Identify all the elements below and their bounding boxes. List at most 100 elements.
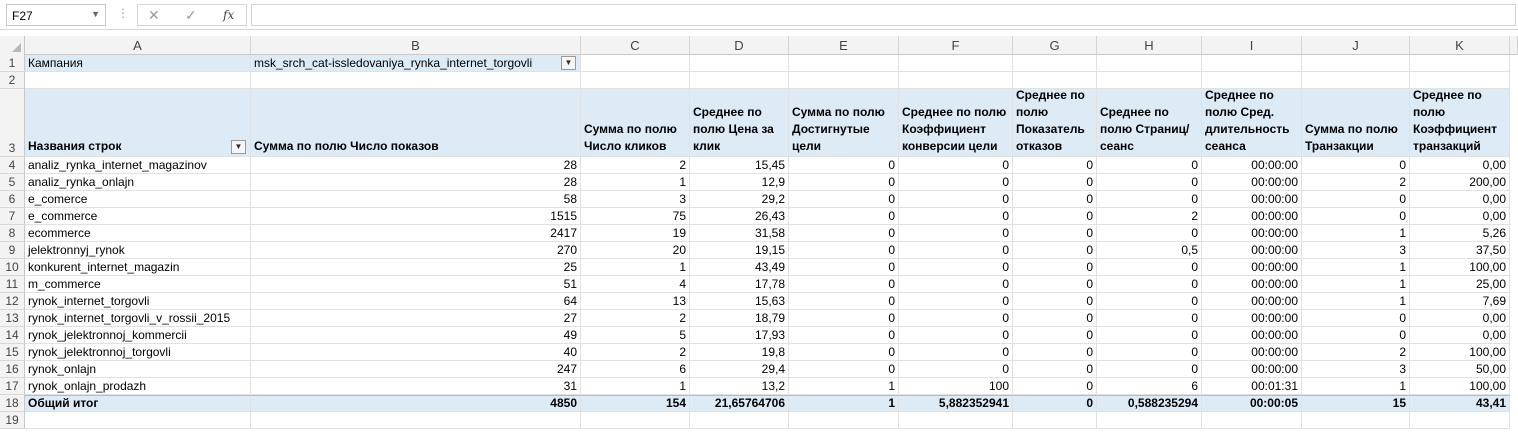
value-cell[interactable]: 2 (581, 310, 690, 327)
value-cell[interactable]: 31 (251, 378, 581, 395)
value-cell[interactable]: 0,00 (1410, 191, 1510, 208)
function-icon[interactable]: fx (223, 8, 234, 22)
value-cell[interactable]: 0 (1013, 208, 1097, 225)
value-cell[interactable]: 100,00 (1410, 378, 1510, 395)
value-cell[interactable]: 2417 (251, 225, 581, 242)
row-header[interactable]: 4 (0, 157, 25, 174)
grand-total-value[interactable]: 1 (789, 395, 899, 412)
empty-cell[interactable] (581, 72, 690, 89)
row-label[interactable]: jelektronnyj_rynok (25, 242, 251, 259)
value-cell[interactable]: 200,00 (1410, 174, 1510, 191)
value-cell[interactable]: 37,50 (1410, 242, 1510, 259)
check-icon[interactable]: ✓ (185, 7, 197, 24)
pivot-header[interactable]: Сумма по полю Достигнутые цели (789, 89, 899, 157)
column-header-b[interactable]: B (251, 36, 581, 55)
value-cell[interactable]: 0 (789, 191, 899, 208)
value-cell[interactable]: 0 (1302, 157, 1410, 174)
value-cell[interactable]: 0 (789, 310, 899, 327)
value-cell[interactable]: 00:00:00 (1202, 225, 1302, 242)
row-label[interactable]: e_comerce (25, 191, 251, 208)
value-cell[interactable]: 0 (1013, 157, 1097, 174)
row-header[interactable]: 12 (0, 293, 25, 310)
value-cell[interactable]: 00:00:00 (1202, 276, 1302, 293)
value-cell[interactable]: 1 (789, 378, 899, 395)
value-cell[interactable]: 0 (1097, 293, 1202, 310)
grand-total-value[interactable]: 43,41 (1410, 395, 1510, 412)
value-cell[interactable]: 00:00:00 (1202, 208, 1302, 225)
value-cell[interactable]: 0 (899, 344, 1013, 361)
value-cell[interactable]: 0 (1013, 327, 1097, 344)
value-cell[interactable]: 6 (581, 361, 690, 378)
value-cell[interactable]: 40 (251, 344, 581, 361)
value-cell[interactable]: 50,00 (1410, 361, 1510, 378)
empty-cell[interactable] (1302, 412, 1410, 429)
value-cell[interactable]: 270 (251, 242, 581, 259)
value-cell[interactable]: 6 (1097, 378, 1202, 395)
row-label[interactable]: m_commerce (25, 276, 251, 293)
pivot-header[interactable]: Сумма по полю Транзакции (1302, 89, 1410, 157)
value-cell[interactable]: 0 (1097, 327, 1202, 344)
value-cell[interactable]: 0 (899, 327, 1013, 344)
value-cell[interactable]: 0 (1097, 225, 1202, 242)
value-cell[interactable]: 00:00:00 (1202, 191, 1302, 208)
value-cell[interactable]: 2 (581, 344, 690, 361)
value-cell[interactable]: 0 (899, 174, 1013, 191)
value-cell[interactable]: 3 (1302, 242, 1410, 259)
value-cell[interactable]: 0,00 (1410, 157, 1510, 174)
value-cell[interactable]: 0,00 (1410, 327, 1510, 344)
pivot-header[interactable]: Сумма по полю Число кликов (581, 89, 690, 157)
value-cell[interactable]: 1 (1302, 378, 1410, 395)
value-cell[interactable]: 0 (1013, 378, 1097, 395)
empty-cell[interactable] (1013, 55, 1097, 72)
formula-input[interactable] (251, 4, 1516, 26)
value-cell[interactable]: 28 (251, 174, 581, 191)
grand-total-value[interactable]: 21,65764706 (690, 395, 789, 412)
value-cell[interactable]: 00:00:00 (1202, 344, 1302, 361)
empty-cell[interactable] (1097, 412, 1202, 429)
empty-cell[interactable] (789, 72, 899, 89)
value-cell[interactable]: 0,00 (1410, 208, 1510, 225)
grand-total-value[interactable]: 5,882352941 (899, 395, 1013, 412)
pivot-header[interactable]: Среднее по полю Показатель отказов (1013, 89, 1097, 157)
pivot-header[interactable]: Среднее по полю Страниц/сеанс (1097, 89, 1202, 157)
value-cell[interactable]: 0,5 (1097, 242, 1202, 259)
value-cell[interactable]: 2 (1302, 344, 1410, 361)
pivot-header[interactable]: Среднее по полю Коэффициент конверсии це… (899, 89, 1013, 157)
empty-cell[interactable] (251, 72, 581, 89)
value-cell[interactable]: 0 (1302, 310, 1410, 327)
filter-value[interactable]: msk_srch_cat-issledovaniya_rynka_interne… (251, 55, 581, 72)
value-cell[interactable]: 0 (1097, 191, 1202, 208)
grand-total-value[interactable]: 0,588235294 (1097, 395, 1202, 412)
empty-cell[interactable] (1302, 55, 1410, 72)
row-label[interactable]: rynok_onlajn_prodazh (25, 378, 251, 395)
row-header[interactable]: 1 (0, 55, 25, 72)
row-header[interactable]: 8 (0, 225, 25, 242)
value-cell[interactable]: 100,00 (1410, 259, 1510, 276)
value-cell[interactable]: 64 (251, 293, 581, 310)
value-cell[interactable]: 0 (1013, 293, 1097, 310)
filter-label[interactable]: Кампания (25, 55, 251, 72)
value-cell[interactable]: 13,2 (690, 378, 789, 395)
value-cell[interactable]: 0 (789, 293, 899, 310)
value-cell[interactable]: 0 (789, 157, 899, 174)
column-header-h[interactable]: H (1097, 36, 1202, 55)
value-cell[interactable]: 0 (789, 259, 899, 276)
value-cell[interactable]: 00:00:00 (1202, 157, 1302, 174)
value-cell[interactable]: 31,58 (690, 225, 789, 242)
empty-cell[interactable] (1202, 72, 1302, 89)
empty-cell[interactable] (690, 72, 789, 89)
value-cell[interactable]: 20 (581, 242, 690, 259)
value-cell[interactable]: 0 (1097, 157, 1202, 174)
value-cell[interactable]: 0 (899, 191, 1013, 208)
value-cell[interactable]: 1 (581, 259, 690, 276)
name-box[interactable]: F27 ▼ (6, 4, 106, 26)
value-cell[interactable]: 0 (899, 361, 1013, 378)
value-cell[interactable]: 0 (899, 157, 1013, 174)
row-header[interactable]: 19 (0, 412, 25, 429)
value-cell[interactable]: 1 (581, 378, 690, 395)
value-cell[interactable]: 100,00 (1410, 344, 1510, 361)
value-cell[interactable]: 27 (251, 310, 581, 327)
empty-cell[interactable] (251, 412, 581, 429)
row-header[interactable]: 2 (0, 72, 25, 89)
empty-cell[interactable] (789, 412, 899, 429)
